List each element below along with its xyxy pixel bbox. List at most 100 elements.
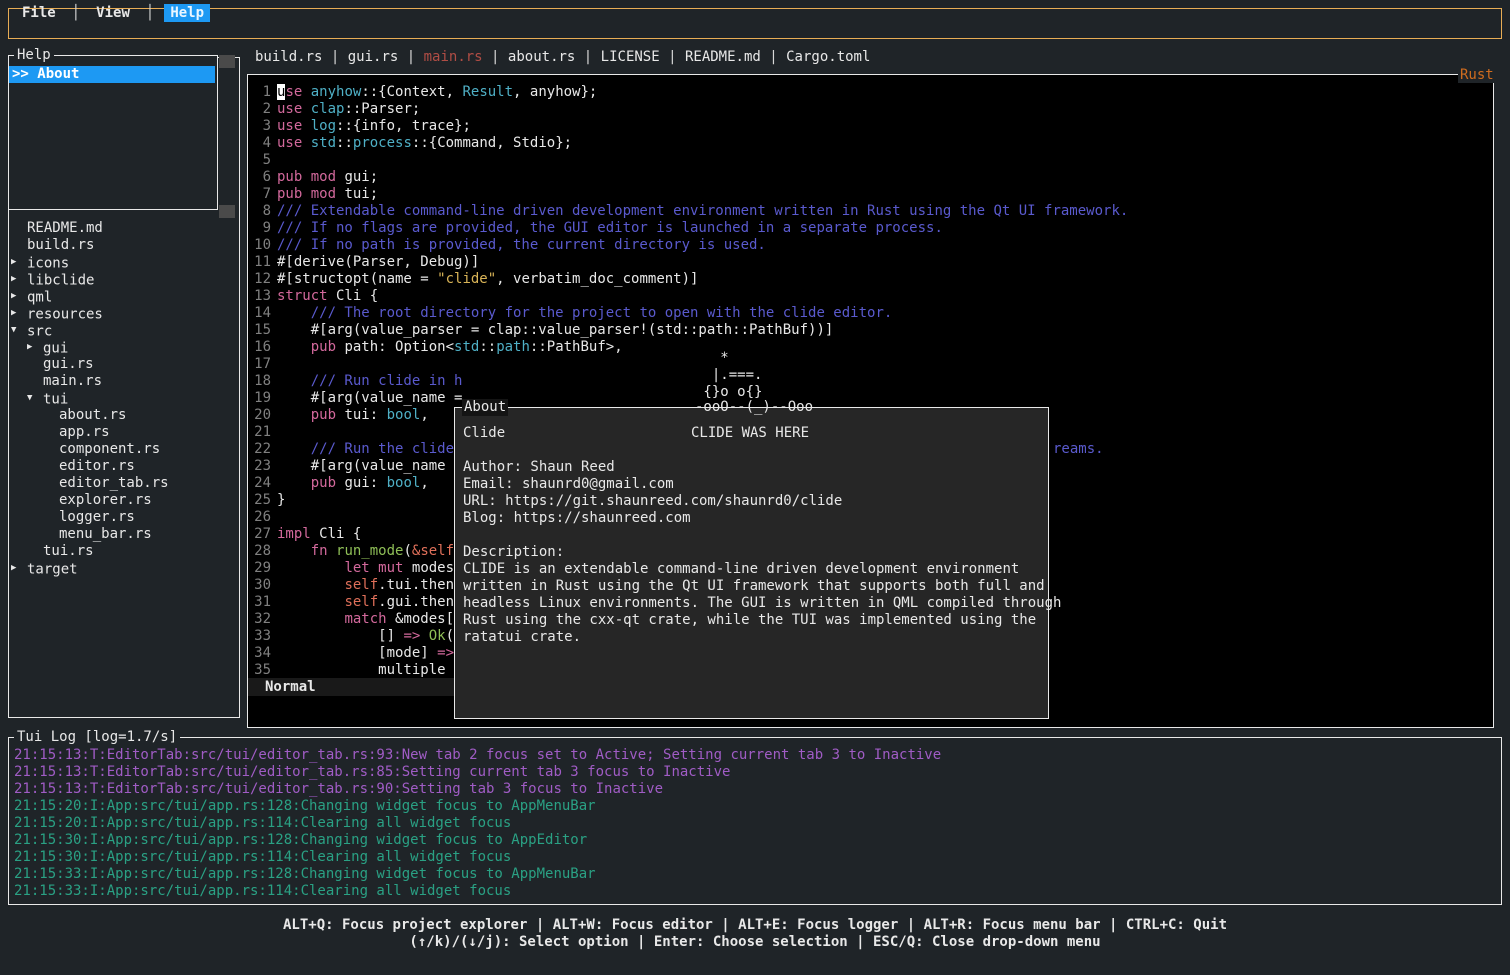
tree-item-tui-rs[interactable]: tui.rs (27, 543, 94, 560)
tab-about-rs[interactable]: about.rs (508, 49, 575, 65)
tree-item-gui-rs[interactable]: gui.rs (27, 356, 94, 373)
tree-item-qml[interactable]: ▶qml (11, 288, 52, 305)
line-number: 15 (250, 322, 271, 339)
tree-item-editor-rs[interactable]: editor.rs (43, 458, 135, 475)
tree-item-menu_bar-rs[interactable]: menu_bar.rs (43, 526, 152, 543)
tree-indent (43, 533, 59, 535)
line-number: 18 (250, 373, 271, 390)
chevron-down-icon: ▼ (27, 390, 43, 409)
tab-separator: | (398, 49, 423, 65)
popup-title: About (462, 399, 508, 416)
popup-text-line: Email: shaunrd0@gmail.com (463, 476, 674, 493)
code-line: 25} (250, 492, 285, 509)
line-number: 17 (250, 356, 271, 373)
line-number: 21 (250, 424, 271, 441)
tree-item-logger-rs[interactable]: logger.rs (43, 509, 135, 526)
tree-item-label: gui.rs (43, 356, 94, 372)
tree-item-label: qml (27, 290, 52, 306)
tree-indent (43, 482, 59, 484)
code-line: 26 (250, 509, 277, 526)
popup-text-line: Rust using the cxx-qt crate, while the T… (463, 612, 1036, 629)
code-line: 5 (250, 152, 277, 169)
log-entry: 21:15:33:I:App:src/tui/app.rs:114:Cleari… (14, 883, 511, 900)
code-line: 32 match &modes[. (250, 611, 462, 628)
popup-text-line: headless Linux environments. The GUI is … (463, 595, 1061, 612)
tab-build-rs[interactable]: build.rs (255, 49, 322, 65)
line-number: 7 (250, 186, 271, 203)
tree-item-explorer-rs[interactable]: explorer.rs (43, 492, 152, 509)
line-number: 24 (250, 475, 271, 492)
tree-item-src[interactable]: ▼src (11, 322, 52, 339)
tree-item-gui[interactable]: ▶gui (27, 339, 68, 356)
tree-item-label: app.rs (59, 424, 110, 440)
code-line: 29 let mut modes (250, 560, 462, 577)
tree-item-build-rs[interactable]: build.rs (11, 237, 94, 254)
code-line: 15 #[arg(value_parser = clap::value_pars… (250, 322, 833, 339)
popup-banner: CLIDE WAS HERE (691, 425, 809, 442)
line-number: 13 (250, 288, 271, 305)
scrollbar-thumb-icon[interactable] (219, 205, 235, 218)
line-number: 30 (250, 577, 271, 594)
tree-item-target[interactable]: ▶target (11, 560, 78, 577)
tree-item-editor_tab-rs[interactable]: editor_tab.rs (43, 475, 169, 492)
editor-mode-label: Normal (265, 678, 316, 696)
tree-item-readme-md[interactable]: README.md (11, 220, 103, 237)
tree-item-about-rs[interactable]: about.rs (43, 407, 126, 424)
statusbar-shortcuts-line2: (↑/k)/(↓/j): Select option | Enter: Choo… (0, 934, 1510, 950)
tab-gui-rs[interactable]: gui.rs (348, 49, 399, 65)
line-number: 26 (250, 509, 271, 526)
tree-item-resources[interactable]: ▶resources (11, 305, 103, 322)
tree-item-label: target (27, 562, 78, 578)
popup-app-name: Clide (463, 425, 505, 442)
tree-item-label: logger.rs (59, 509, 135, 525)
line-number: 23 (250, 458, 271, 475)
menu-item-view[interactable]: View (90, 4, 136, 22)
scrollbar-thumb-icon[interactable] (219, 55, 235, 68)
tab-main-rs[interactable]: main.rs (424, 49, 483, 65)
code-line: 22 /// Run the clide (250, 441, 462, 458)
menu-item-help[interactable]: Help (164, 4, 210, 22)
code-line: 20 pub tui: bool, (250, 407, 429, 424)
tree-item-tui[interactable]: ▼tui (27, 390, 68, 407)
tree-item-libclide[interactable]: ▶libclide (11, 271, 94, 288)
tab-readme-md[interactable]: README.md (685, 49, 761, 65)
tab-separator: | (322, 49, 347, 65)
tab-license[interactable]: LICENSE (601, 49, 660, 65)
tree-item-label: about.rs (59, 407, 126, 423)
line-number: 2 (250, 101, 271, 118)
line-number: 12 (250, 271, 271, 288)
log-entry: 21:15:20:I:App:src/tui/app.rs:114:Cleari… (14, 815, 511, 832)
menu-item-file[interactable]: File (16, 4, 62, 22)
code-line: 24 pub gui: bool, (250, 475, 429, 492)
code-line: 17 (250, 356, 277, 373)
line-number: 10 (250, 237, 271, 254)
tree-item-app-rs[interactable]: app.rs (43, 424, 110, 441)
popup-text-line: written in Rust using the Qt UI framewor… (463, 578, 1045, 595)
code-line: 30 self.tui.then( (250, 577, 462, 594)
help-option-about[interactable]: >> About (9, 66, 215, 83)
tree-indent (27, 380, 43, 382)
tab-cargo-toml[interactable]: Cargo.toml (786, 49, 870, 65)
clide-ascii-art: * |.===. {}o o{} (695, 350, 762, 401)
line-number: 4 (250, 135, 271, 152)
tui-log-panel[interactable]: 21:15:13:T:EditorTab:src/tui/editor_tab.… (8, 737, 1502, 905)
menu-separator: │ (72, 5, 80, 21)
tree-item-icons[interactable]: ▶icons (11, 254, 69, 271)
menu-separator: │ (146, 5, 154, 21)
code-line-22-tail: reams. (1053, 441, 1104, 458)
tree-item-label: icons (27, 256, 69, 272)
tree-item-main-rs[interactable]: main.rs (27, 373, 102, 390)
line-number: 20 (250, 407, 271, 424)
tree-indent (43, 414, 59, 416)
tree-indent (11, 227, 27, 229)
popup-text-line: Blog: https://shaunreed.com (463, 510, 691, 527)
tree-indent (27, 550, 43, 552)
code-line: 23 #[arg(value_name = (250, 458, 471, 475)
tree-item-label: explorer.rs (59, 492, 152, 508)
tree-item-label: README.md (27, 220, 103, 236)
tree-item-component-rs[interactable]: component.rs (43, 441, 160, 458)
code-line: 2use clap::Parser; (250, 101, 420, 118)
tree-item-label: tui.rs (43, 543, 94, 559)
clide-ascii-art-border: -ooO--(_)--Ooo (695, 399, 813, 416)
code-line: 19 #[arg(value_name = (250, 390, 471, 407)
